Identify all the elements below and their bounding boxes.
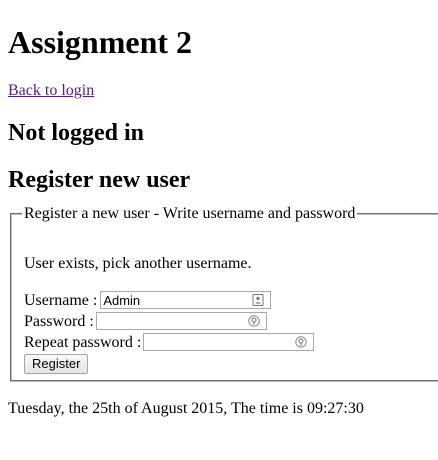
password-field-box[interactable] [95,312,267,330]
password-label: Password : [24,312,94,330]
login-status-heading: Not logged in [8,120,145,146]
register-heading: Register new user [8,167,191,193]
password-input[interactable] [96,313,247,330]
repeat-password-input[interactable] [144,334,295,351]
username-field-box[interactable] [100,291,272,309]
footer-datetime: Tuesday, the 25th of August 2015, The ti… [8,400,364,417]
username-label: Username : [24,291,98,309]
password-key-icon[interactable] [248,315,260,327]
register-legend: Register a new user - Write username and… [22,204,358,223]
register-fieldset: Register a new user - Write username and… [10,204,438,382]
username-input[interactable] [101,292,252,309]
page-title: Assignment 2 [8,24,193,60]
repeat-password-row: Repeat password : [24,332,315,352]
username-row: Username : [24,290,272,310]
register-button[interactable]: Register [24,354,89,374]
password-row: Password : [24,311,267,331]
repeat-password-field-box[interactable] [143,333,315,351]
password-key-icon[interactable] [295,336,308,348]
back-to-login-link[interactable]: Back to login [8,81,94,100]
repeat-password-label: Repeat password : [24,333,142,351]
error-message: User exists, pick another username. [24,255,252,272]
contact-card-icon[interactable] [252,294,264,306]
